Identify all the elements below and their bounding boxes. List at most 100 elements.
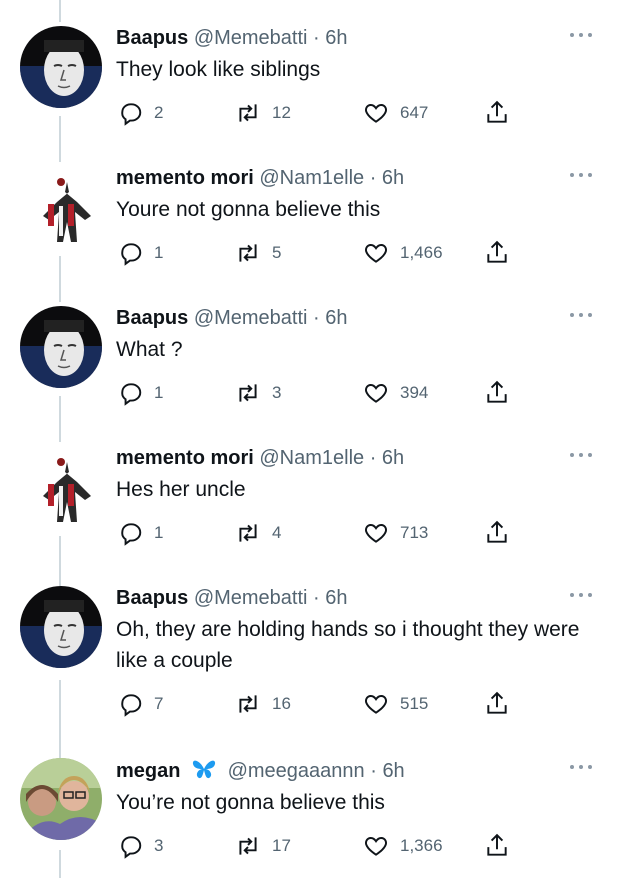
retweet-button[interactable]: 16 [234, 690, 291, 718]
display-name[interactable]: Baapus [116, 587, 188, 609]
more-options-icon[interactable] [570, 32, 592, 38]
like-button[interactable]: 713 [362, 519, 428, 547]
action-bar: 1 3 394 [116, 379, 590, 407]
reply-icon [121, 383, 142, 406]
share-icon [487, 240, 507, 263]
retweet-icon [239, 244, 257, 262]
thread-connector [59, 850, 61, 878]
reply-button[interactable]: 1 [118, 379, 163, 407]
tweet-text: You’re not gonna believe this [116, 791, 385, 814]
share-icon [487, 520, 507, 543]
share-button[interactable] [484, 832, 510, 860]
heart-icon [365, 244, 387, 263]
display-name[interactable]: megan [116, 760, 180, 782]
reply-button[interactable]: 7 [118, 690, 163, 718]
reply-button[interactable]: 2 [118, 99, 163, 127]
like-count: 713 [400, 523, 429, 542]
retweet-count: 3 [272, 383, 282, 402]
wojak-avatar[interactable] [20, 306, 102, 388]
like-count: 647 [400, 103, 429, 122]
handle-and-time[interactable]: @Nam1elle · 6h [259, 447, 404, 469]
retweet-icon [239, 384, 257, 402]
like-button[interactable]: 647 [362, 99, 428, 127]
retweet-count: 4 [272, 523, 282, 542]
tweet-header: Baapus @Memebatti · 6h [116, 26, 590, 50]
retweet-count: 17 [272, 836, 291, 855]
more-options-icon[interactable] [570, 764, 592, 770]
share-icon [487, 833, 507, 856]
retweet-count: 12 [272, 103, 291, 122]
like-count: 515 [400, 694, 429, 713]
retweet-icon [239, 524, 257, 542]
like-button[interactable]: 515 [362, 690, 428, 718]
retweet-icon [239, 695, 257, 713]
heart-icon [365, 104, 387, 123]
retweet-button[interactable]: 17 [234, 832, 291, 860]
share-button[interactable] [484, 99, 510, 127]
retweet-button[interactable]: 3 [234, 379, 281, 407]
display-name[interactable]: memento mori [116, 447, 254, 469]
tweet-text: Youre not gonna believe this [116, 198, 381, 221]
tweet-text: What ? [116, 338, 183, 361]
thread-connector [59, 256, 61, 302]
reply-button[interactable]: 3 [118, 832, 163, 860]
retweet-button[interactable]: 5 [234, 239, 281, 267]
reply-button[interactable]: 1 [118, 519, 163, 547]
handle-and-time[interactable]: @Nam1elle · 6h [259, 167, 404, 189]
tweet-header: Baapus @Memebatti · 6h [116, 306, 590, 330]
wojak-avatar[interactable] [20, 586, 102, 668]
reply-button[interactable]: 1 [118, 239, 163, 267]
share-icon [487, 380, 507, 403]
like-count: 394 [400, 383, 429, 402]
handle-and-time[interactable]: @Memebatti · 6h [194, 307, 348, 329]
tweet-header: memento mori @Nam1elle · 6h [116, 166, 590, 190]
reply-count: 7 [154, 694, 164, 713]
reply-count: 3 [154, 836, 164, 855]
hooded-figure-avatar[interactable] [20, 166, 102, 248]
retweet-button[interactable]: 4 [234, 519, 281, 547]
tweet-text: Hes her uncle [116, 478, 246, 501]
thread-connector [59, 0, 61, 22]
like-button[interactable]: 1,366 [362, 832, 443, 860]
display-name[interactable]: Baapus [116, 307, 188, 329]
action-bar: 7 16 515 [116, 690, 590, 718]
share-icon [487, 100, 507, 123]
heart-icon [365, 524, 387, 543]
more-options-icon[interactable] [570, 312, 592, 318]
hooded-figure-avatar[interactable] [20, 446, 102, 528]
tweet-text: Oh, they are holding hands so i thought … [116, 618, 580, 672]
handle-and-time[interactable]: @meegaaannn · 6h [228, 760, 405, 782]
reply-count: 2 [154, 103, 164, 122]
share-button[interactable] [484, 239, 510, 267]
like-button[interactable]: 394 [362, 379, 428, 407]
retweet-icon [239, 837, 257, 855]
retweet-count: 5 [272, 243, 282, 262]
share-button[interactable] [484, 690, 510, 718]
handle-and-time[interactable]: @Memebatti · 6h [194, 27, 348, 49]
thread-connector [59, 396, 61, 442]
action-bar: 1 5 1,466 [116, 239, 590, 267]
wojak-avatar[interactable] [20, 26, 102, 108]
reply-icon [121, 836, 142, 859]
more-options-icon[interactable] [570, 452, 592, 458]
heart-icon [365, 384, 387, 403]
share-button[interactable] [484, 519, 510, 547]
more-options-icon[interactable] [570, 592, 592, 598]
share-icon [487, 691, 507, 714]
reply-icon [121, 243, 142, 266]
heart-icon [365, 695, 387, 714]
like-count: 1,466 [400, 243, 443, 262]
like-button[interactable]: 1,466 [362, 239, 443, 267]
handle-and-time[interactable]: @Memebatti · 6h [194, 587, 348, 609]
reply-count: 1 [154, 243, 164, 262]
reply-icon [121, 523, 142, 546]
retweet-icon [239, 104, 257, 122]
heart-icon [365, 837, 387, 856]
display-name[interactable]: Baapus [116, 27, 188, 49]
thread-connector [59, 680, 61, 758]
share-button[interactable] [484, 379, 510, 407]
display-name[interactable]: memento mori [116, 167, 254, 189]
more-options-icon[interactable] [570, 172, 592, 178]
retweet-button[interactable]: 12 [234, 99, 291, 127]
photo-avatar[interactable] [20, 758, 102, 840]
